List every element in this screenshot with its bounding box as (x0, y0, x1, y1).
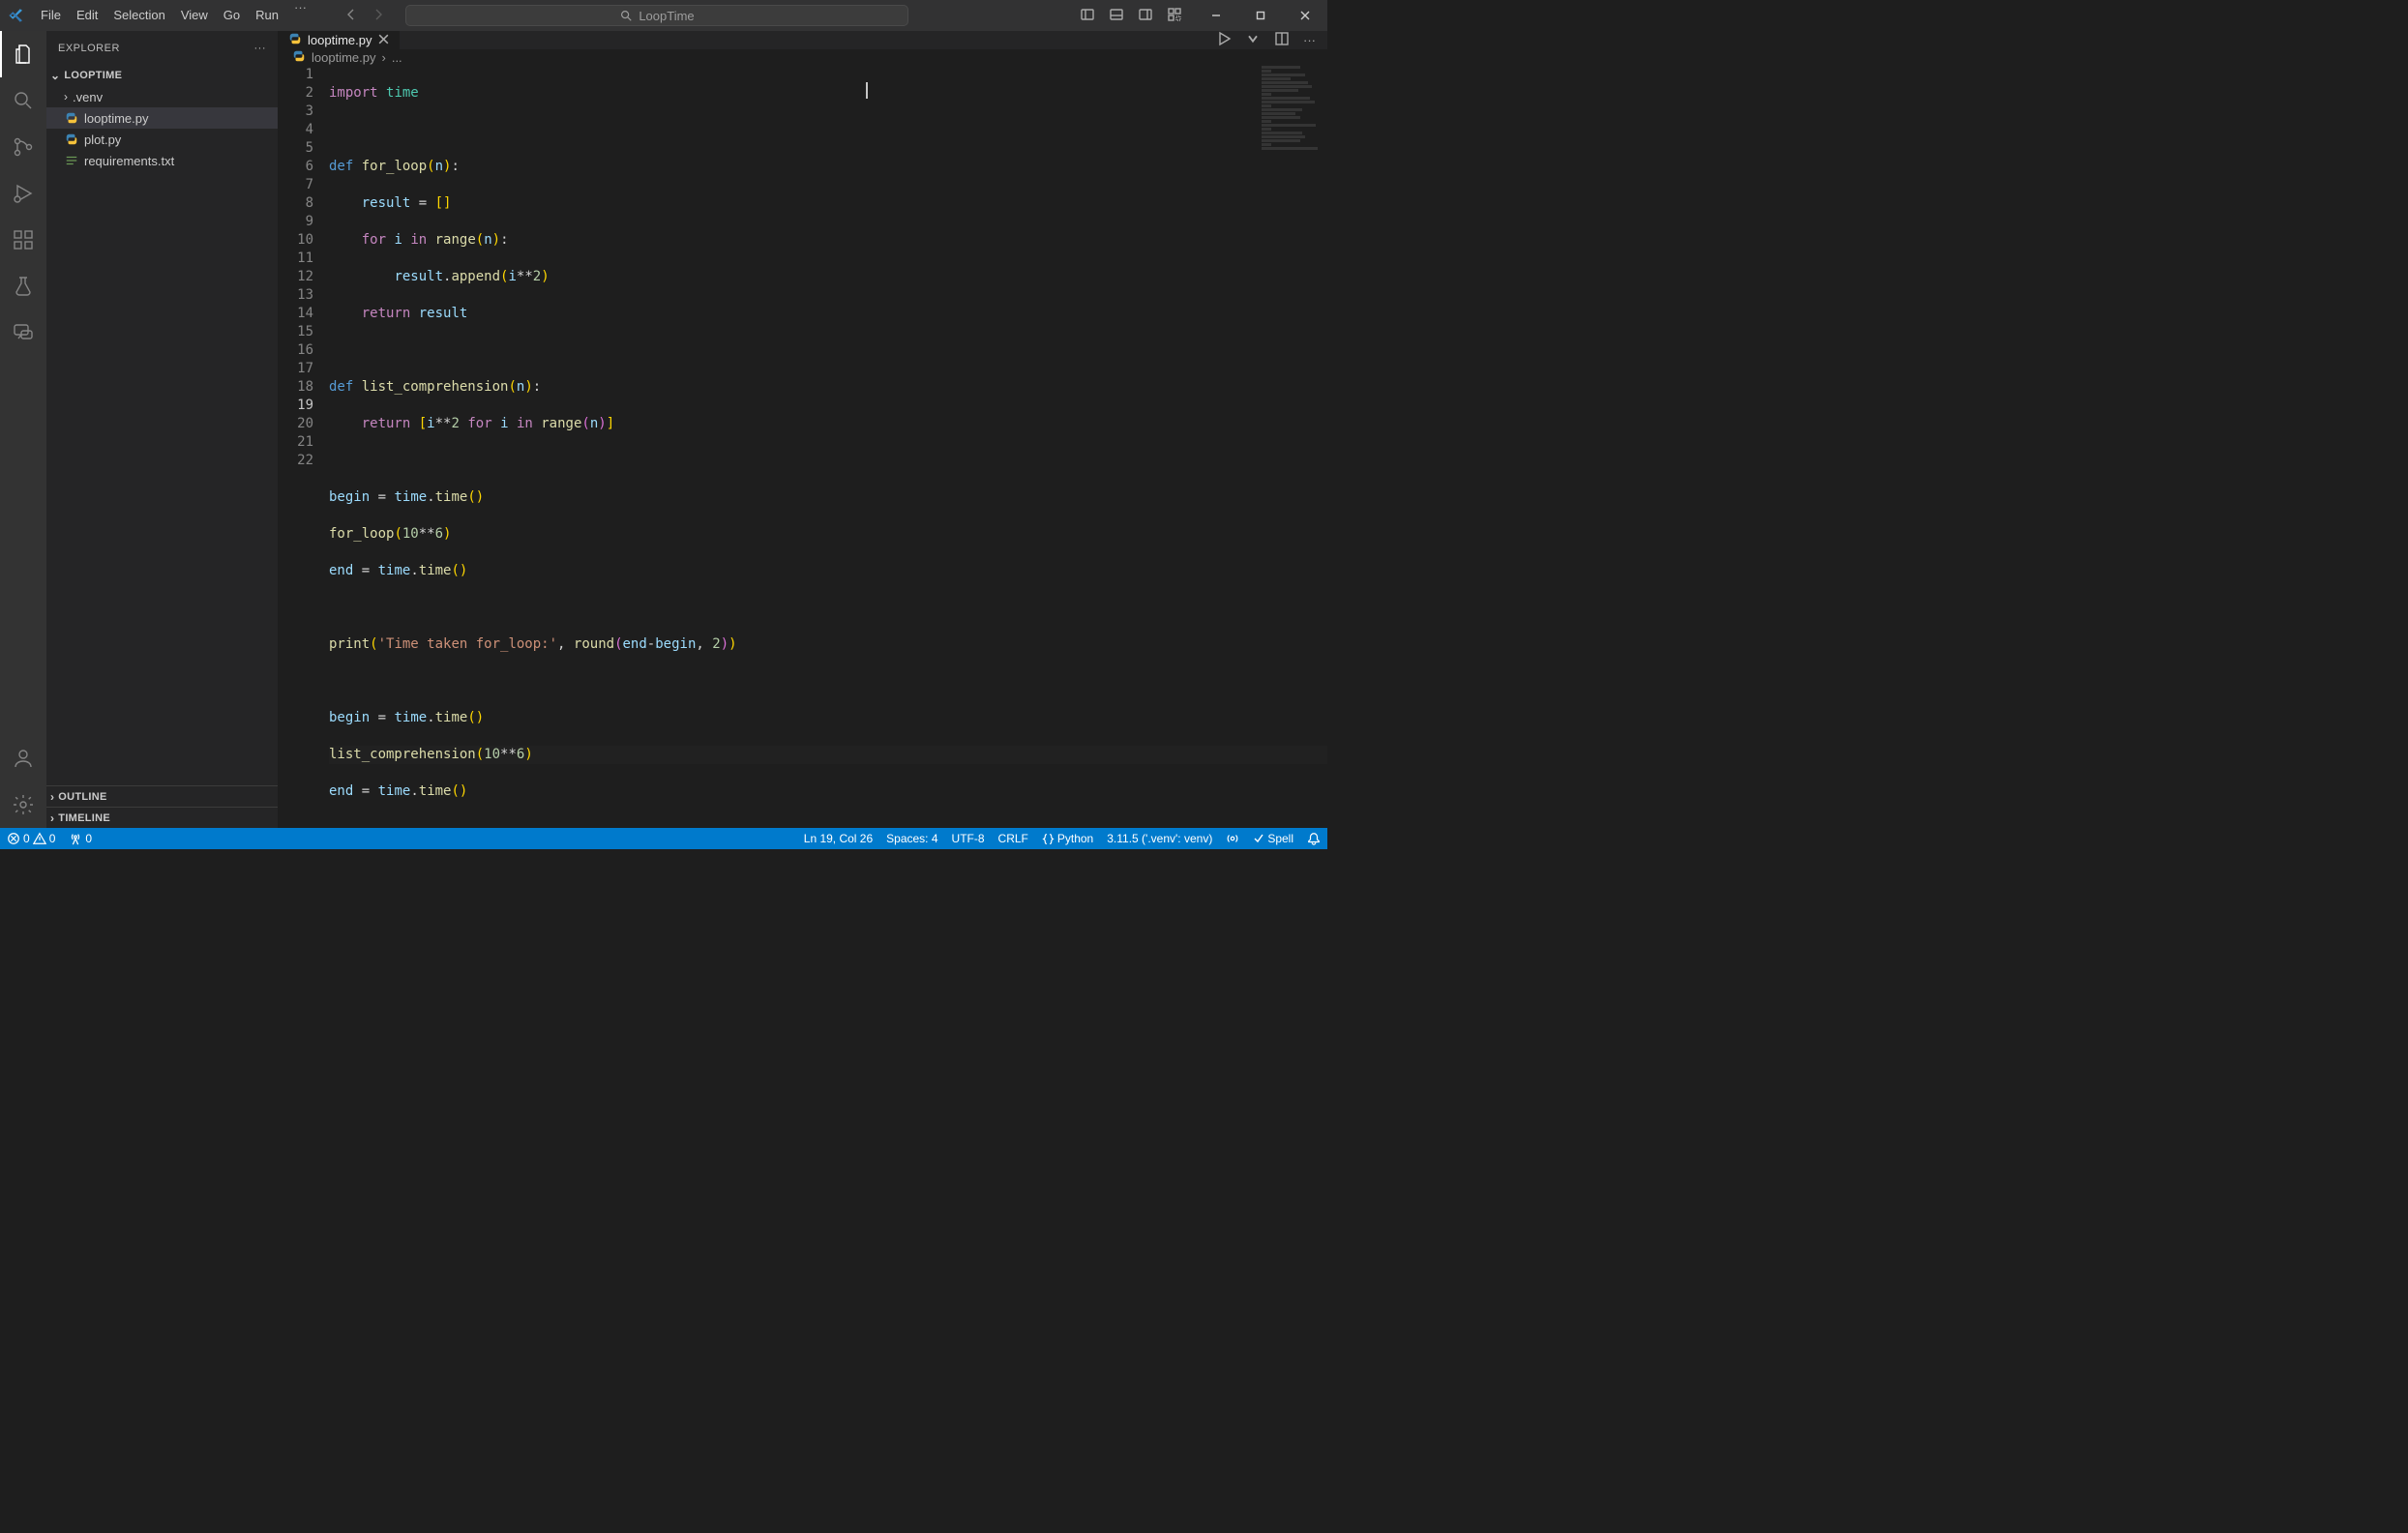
activity-run-debug-icon[interactable] (0, 170, 46, 217)
status-ports[interactable]: 0 (62, 832, 99, 845)
status-eol[interactable]: CRLF (992, 832, 1035, 845)
chevron-right-icon: › (50, 790, 54, 804)
text-cursor (866, 82, 868, 99)
status-cursor-position[interactable]: Ln 19, Col 26 (797, 832, 879, 845)
file-tree-label: requirements.txt (84, 154, 174, 168)
activity-chat-icon[interactable] (0, 310, 46, 356)
code-editor[interactable]: 12345678910111213141516171819202122 impo… (279, 66, 1327, 828)
explorer-title: EXPLORER (58, 43, 120, 54)
activity-settings-icon[interactable] (0, 781, 46, 828)
broadcast-icon (1226, 832, 1239, 845)
status-problems[interactable]: 0 0 (0, 832, 62, 845)
activity-extensions-icon[interactable] (0, 217, 46, 263)
nav-forward-icon[interactable] (371, 7, 386, 25)
menu-overflow[interactable]: ··· (286, 0, 314, 31)
explorer-panel: EXPLORER ··· ⌄ LOOPTIME › .venv looptime… (46, 31, 279, 828)
menu-view[interactable]: View (173, 0, 216, 31)
window-minimize-button[interactable] (1194, 0, 1238, 31)
vscode-logo-icon (0, 7, 33, 24)
radio-tower-icon (69, 832, 82, 845)
status-notifications-icon[interactable] (1300, 832, 1327, 845)
layout-bottom-icon[interactable] (1109, 7, 1124, 25)
chevron-right-icon: › (50, 811, 54, 825)
minimap[interactable] (1262, 66, 1320, 828)
explorer-more-icon[interactable]: ··· (254, 43, 267, 54)
python-file-icon (292, 49, 306, 66)
file-tree-label: plot.py (84, 133, 121, 147)
workspace-root[interactable]: ⌄ LOOPTIME (46, 65, 278, 86)
python-file-icon (288, 32, 302, 48)
tab-looptime[interactable]: looptime.py (279, 31, 401, 49)
run-dropdown-icon[interactable] (1245, 31, 1261, 49)
file-tree-item-requirements[interactable]: requirements.txt (46, 150, 278, 171)
menu-edit[interactable]: Edit (69, 0, 105, 31)
timeline-section[interactable]: › TIMELINE (46, 807, 278, 828)
file-tree-label: .venv (73, 90, 103, 104)
file-tree-item-looptime[interactable]: looptime.py (46, 107, 278, 129)
search-icon (619, 9, 633, 22)
file-tree-item-plot[interactable]: plot.py (46, 129, 278, 150)
menu-file[interactable]: File (33, 0, 69, 31)
activity-testing-icon[interactable] (0, 263, 46, 310)
outline-label: OUTLINE (58, 791, 106, 803)
breadcrumb-sep: › (381, 50, 385, 65)
chevron-down-icon: ⌄ (50, 69, 60, 82)
menu-bar: File Edit Selection View Go Run ··· (33, 0, 314, 31)
window-close-button[interactable] (1283, 0, 1327, 31)
braces-icon (1042, 833, 1055, 845)
chevron-right-icon: › (64, 90, 68, 103)
workspace-name: LOOPTIME (64, 70, 122, 81)
activity-source-control-icon[interactable] (0, 124, 46, 170)
menu-go[interactable]: Go (216, 0, 248, 31)
split-editor-icon[interactable] (1274, 31, 1290, 49)
file-tree-folder-venv[interactable]: › .venv (46, 86, 278, 107)
run-file-icon[interactable] (1216, 31, 1232, 49)
menu-run[interactable]: Run (248, 0, 286, 31)
outline-section[interactable]: › OUTLINE (46, 785, 278, 807)
editor-tabs: looptime.py ··· (279, 31, 1327, 49)
check-icon (1253, 833, 1264, 844)
text-file-icon (64, 153, 79, 168)
activity-explorer-icon[interactable] (0, 31, 46, 77)
tab-close-icon[interactable] (377, 33, 390, 48)
layout-right-icon[interactable] (1138, 7, 1153, 25)
status-interpreter[interactable]: 3.11.5 ('.venv': venv) (1100, 832, 1219, 845)
line-number-gutter: 12345678910111213141516171819202122 (279, 66, 329, 828)
nav-back-icon[interactable] (343, 7, 359, 25)
status-feedback-icon[interactable] (1219, 832, 1246, 845)
tab-label: looptime.py (308, 33, 372, 47)
status-encoding[interactable]: UTF-8 (945, 832, 992, 845)
editor-more-icon[interactable]: ··· (1303, 33, 1316, 47)
status-language-mode[interactable]: Python (1035, 832, 1100, 845)
layout-customize-icon[interactable] (1167, 7, 1182, 25)
breadcrumb-rest: ... (392, 50, 402, 65)
warning-icon (33, 832, 46, 845)
breadcrumb-file: looptime.py (312, 50, 375, 65)
status-indentation[interactable]: Spaces: 4 (879, 832, 944, 845)
layout-left-icon[interactable] (1080, 7, 1095, 25)
command-center-label: LoopTime (639, 9, 694, 23)
menu-selection[interactable]: Selection (105, 0, 172, 31)
python-file-icon (64, 110, 79, 126)
command-center[interactable]: LoopTime (405, 5, 908, 26)
status-bar: 0 0 0 Ln 19, Col 26 Spaces: 4 UTF-8 CRLF… (0, 828, 1327, 849)
bell-icon (1307, 832, 1321, 845)
python-file-icon (64, 132, 79, 147)
title-bar: File Edit Selection View Go Run ··· Loop… (0, 0, 1327, 31)
status-spell[interactable]: Spell (1246, 832, 1300, 845)
editor-area: looptime.py ··· looptime.py › ... 123456… (279, 31, 1327, 828)
activity-accounts-icon[interactable] (0, 735, 46, 781)
code-content[interactable]: import time def for_loop(n): result = []… (329, 66, 1327, 828)
timeline-label: TIMELINE (58, 812, 110, 824)
activity-bar (0, 31, 46, 828)
breadcrumb[interactable]: looptime.py › ... (279, 49, 1327, 66)
file-tree-label: looptime.py (84, 111, 148, 126)
error-icon (7, 832, 20, 845)
activity-search-icon[interactable] (0, 77, 46, 124)
window-maximize-button[interactable] (1238, 0, 1283, 31)
